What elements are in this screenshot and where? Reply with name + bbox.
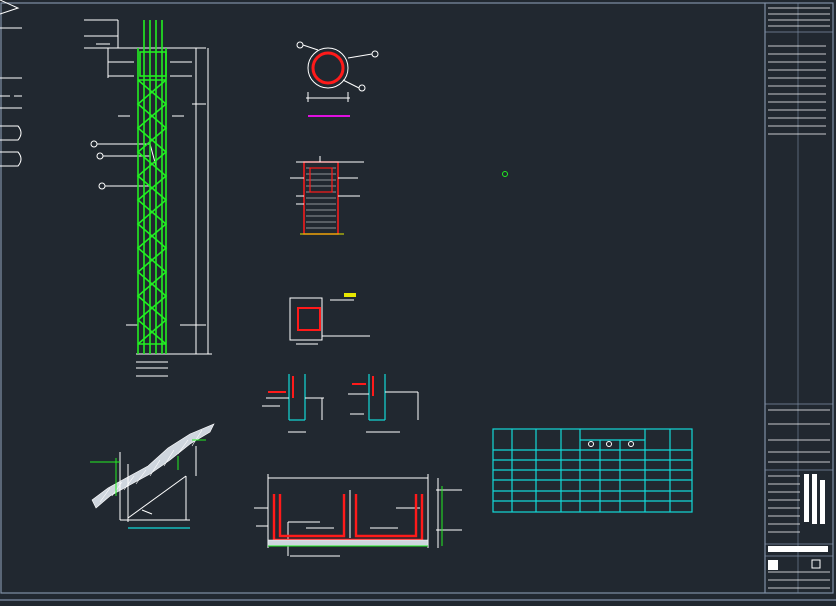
- section-marker-icon: [628, 441, 634, 447]
- section-marker-icon: [606, 441, 612, 447]
- origin-marker-icon: [502, 171, 508, 177]
- cad-drawing-sheet[interactable]: [0, 0, 836, 606]
- section-marker-icon: [588, 441, 594, 447]
- wall-edge-detail-right: [348, 374, 419, 433]
- wall-edge-detail-left: [262, 374, 324, 433]
- company-logo-icon: [768, 560, 778, 570]
- u-channel-section: [254, 474, 462, 557]
- circular-column-section: [296, 41, 379, 117]
- rebar-schedule-table[interactable]: [492, 428, 693, 513]
- title-block: [765, 7, 833, 589]
- rect-column-section: [290, 156, 364, 235]
- column-elevation: [84, 19, 212, 377]
- sheet-frame: [0, 2, 836, 601]
- left-edge-symbols: [0, 0, 22, 167]
- small-square-section: [289, 293, 370, 345]
- slope-retaining-detail: [90, 423, 215, 529]
